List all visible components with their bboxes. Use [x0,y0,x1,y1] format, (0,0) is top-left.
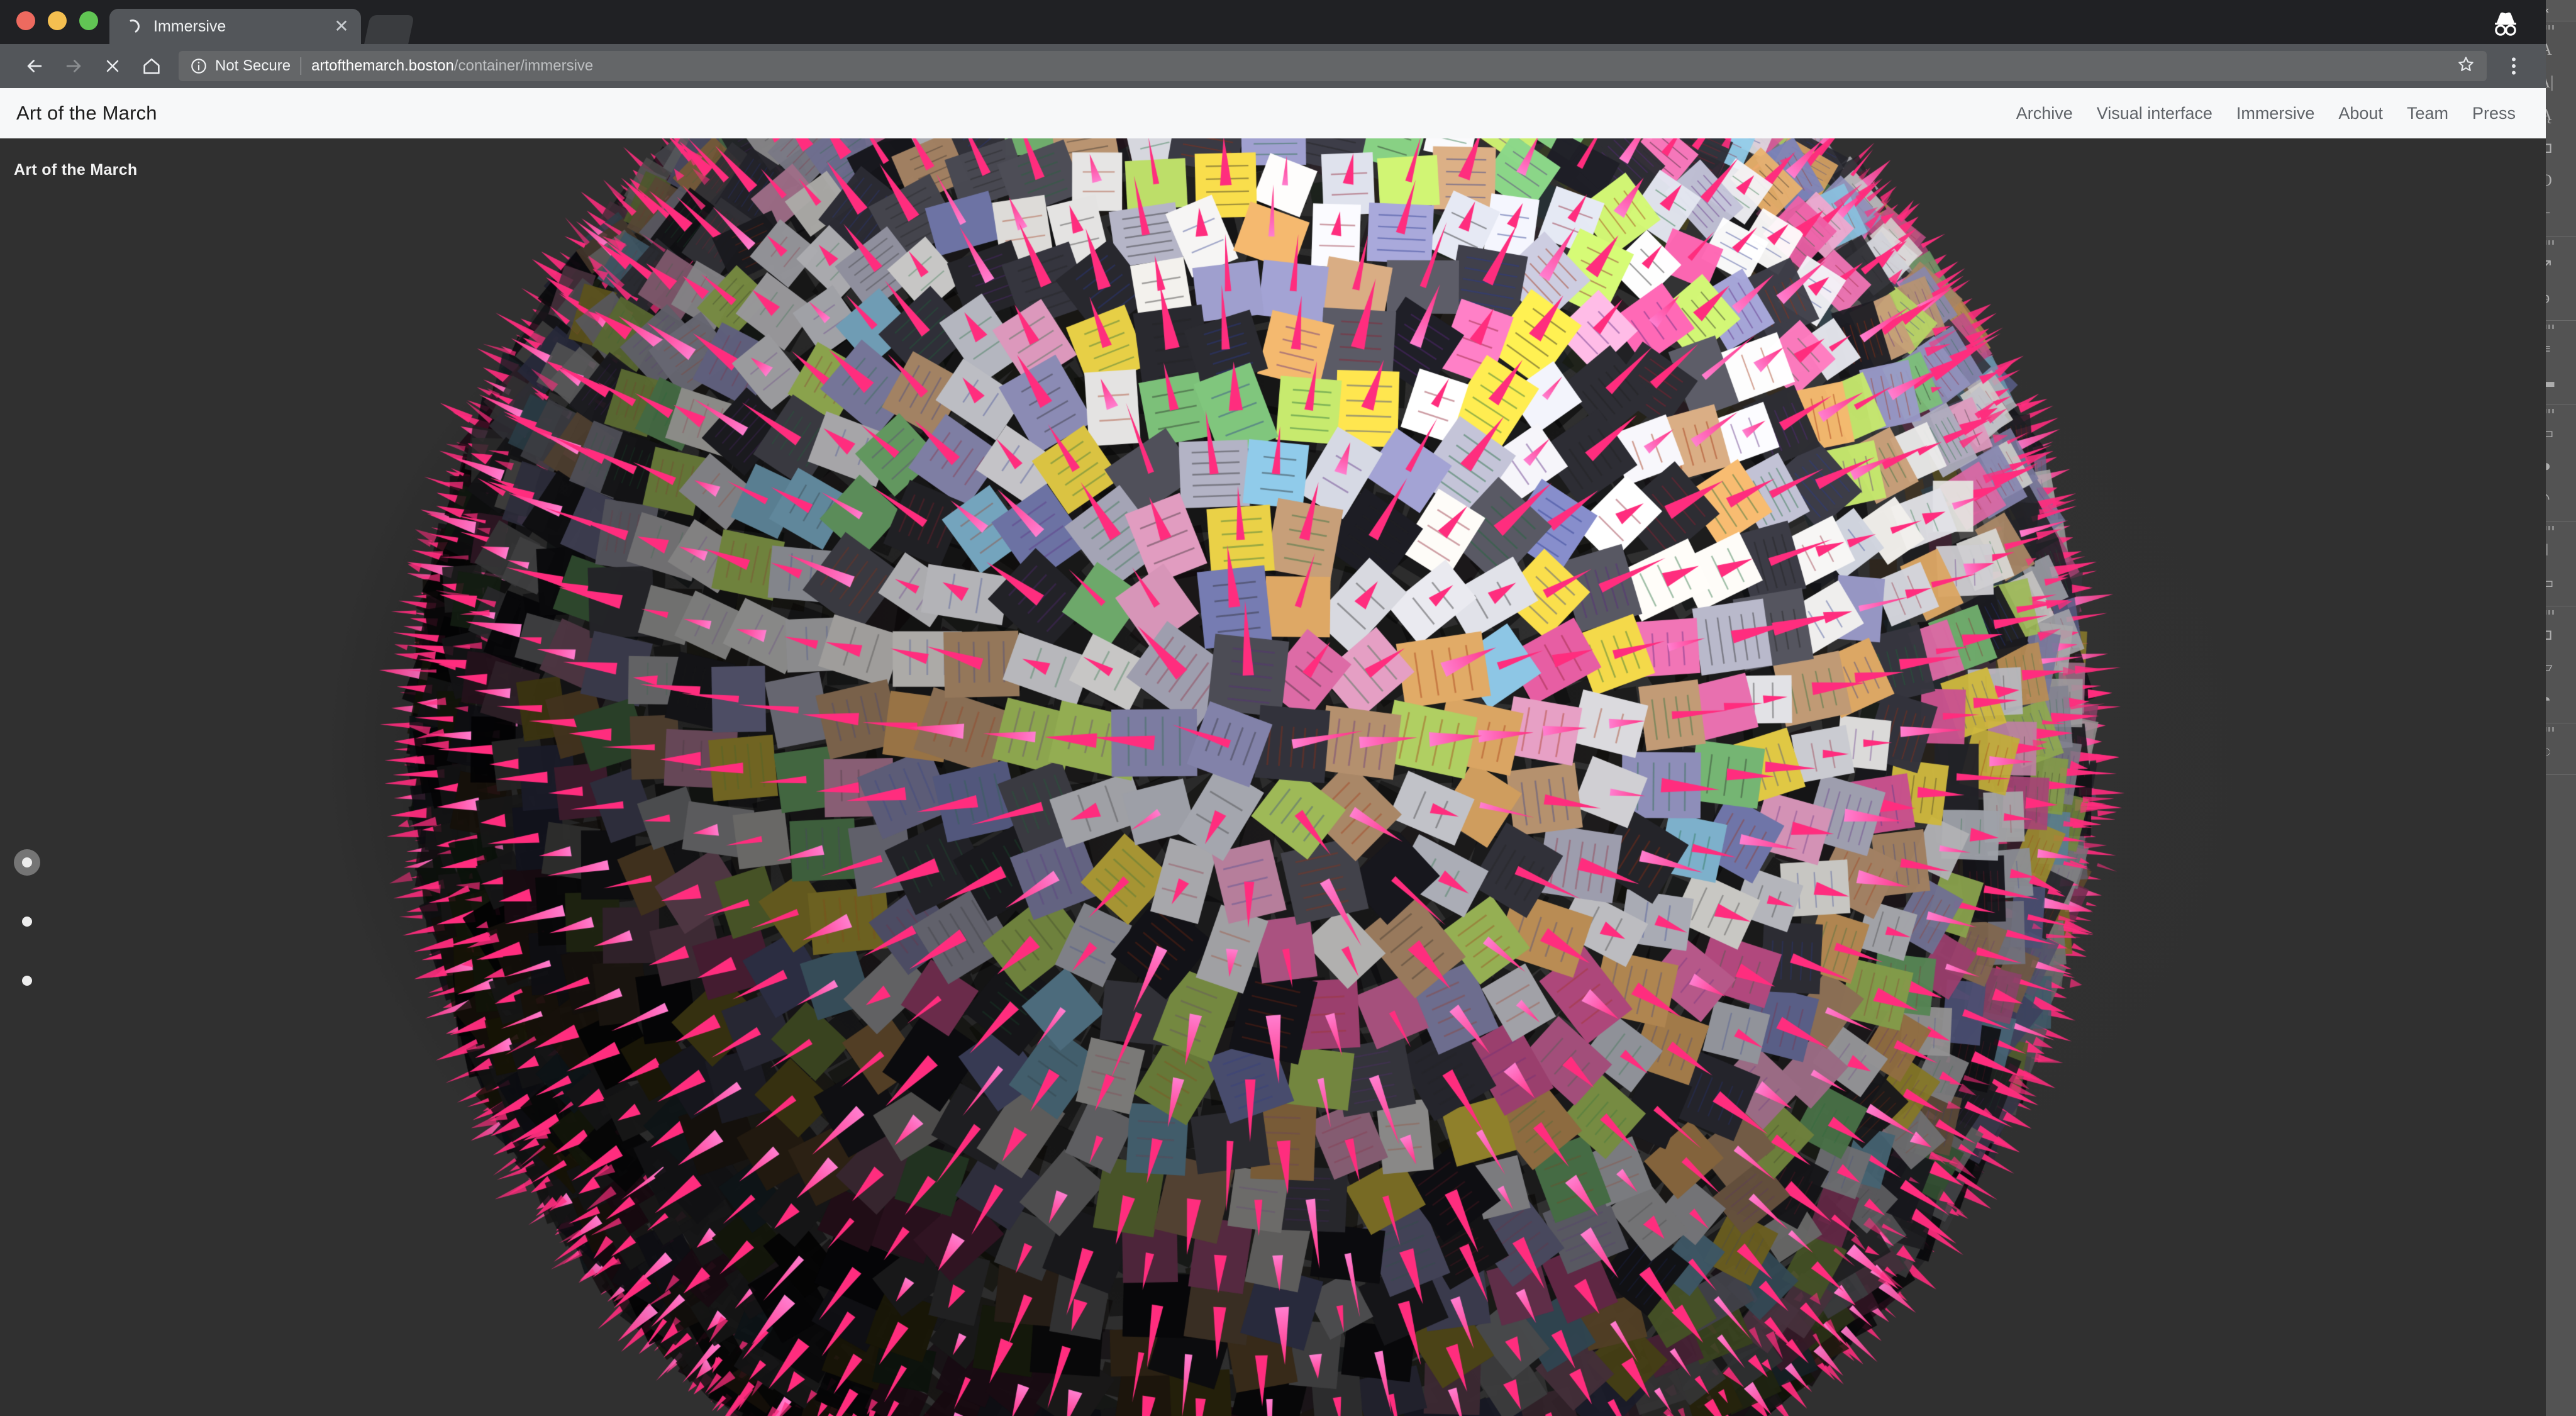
url-host: artofthemarch.boston [311,57,454,74]
view-dot-2[interactable] [14,908,40,935]
tab-title: Immersive [153,17,226,35]
nav-link-immersive[interactable]: Immersive [2236,104,2315,123]
home-button[interactable] [132,47,171,86]
browser-menu-button[interactable] [2497,47,2531,86]
back-button[interactable] [15,47,54,86]
window-maximize-button[interactable] [79,11,98,30]
info-circle-icon[interactable] [190,57,208,75]
scene-view-dots [14,849,40,994]
nav-link-about[interactable]: About [2338,104,2383,123]
tab-close-icon[interactable]: ✕ [331,18,352,35]
security-status-text: Not Secure [215,57,291,74]
url-path: /container/immersive [453,57,594,74]
window-traffic-lights [0,11,109,44]
stop-loading-button[interactable] [93,47,132,86]
nav-link-team[interactable]: Team [2407,104,2448,123]
immersive-scene[interactable]: Art of the March [0,138,2546,1416]
window-close-button[interactable] [16,11,35,30]
nav-link-visual-interface[interactable]: Visual interface [2097,104,2212,123]
site-navigation: Archive Visual interface Immersive About… [2016,104,2529,123]
nav-link-archive[interactable]: Archive [2016,104,2073,123]
nav-link-press[interactable]: Press [2472,104,2516,123]
site-header: Art of the March Archive Visual interfac… [0,88,2546,138]
incognito-hat-glasses-icon [2488,8,2523,38]
view-dot-1[interactable] [14,849,40,876]
forward-button[interactable] [54,47,93,86]
browser-window: Immersive ✕ Not Secure artofthemarch.bos… [0,0,2546,1416]
view-dot-3[interactable] [14,967,40,994]
scene-overlay-title: Art of the March [14,161,138,179]
address-bar[interactable]: Not Secure artofthemarch.boston /contain… [179,51,2487,81]
browser-toolbar: Not Secure artofthemarch.boston /contain… [0,44,2546,88]
browser-tab[interactable]: Immersive ✕ [109,9,361,44]
tab-loading-spinner-icon [123,17,142,36]
webgl-sphere-canvas[interactable] [0,138,2546,1416]
site-brand[interactable]: Art of the March [16,102,157,125]
new-tab-button[interactable] [364,15,414,44]
window-minimize-button[interactable] [48,11,67,30]
bookmark-star-icon[interactable] [2444,55,2475,78]
browser-tab-strip: Immersive ✕ [0,0,2546,44]
